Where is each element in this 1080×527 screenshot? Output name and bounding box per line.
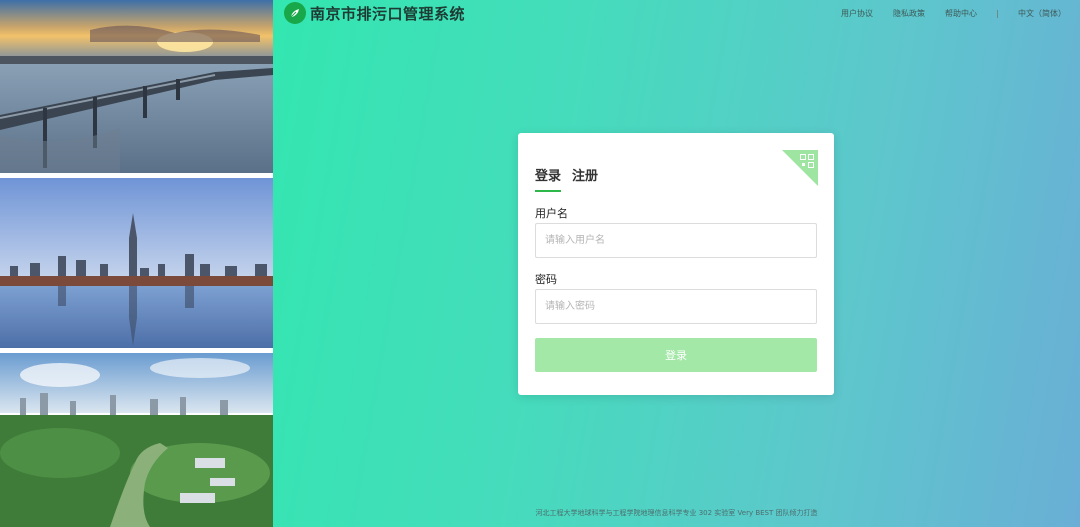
login-tabs: 登录 注册 xyxy=(535,165,609,192)
main-area: 南京市排污口管理系统 用户协议 隐私政策 帮助中心 中文（简体） 登录 注册 用… xyxy=(273,0,1080,527)
login-card: 登录 注册 用户名 密码 登录 xyxy=(518,133,834,395)
top-nav: 用户协议 隐私政策 帮助中心 中文（简体） xyxy=(821,8,1066,19)
login-submit-button[interactable]: 登录 xyxy=(535,338,817,372)
bridge-sunset-photo xyxy=(0,0,273,173)
tab-register[interactable]: 注册 xyxy=(572,165,598,192)
user-agreement-link[interactable]: 用户协议 xyxy=(841,8,873,19)
password-label: 密码 xyxy=(535,273,557,286)
footer-credit: 河北工程大学地球科学与工程学院地理信息科学专业 302 实验室 Very BES… xyxy=(535,509,818,517)
city-skyline-photo xyxy=(0,178,273,348)
language-selector[interactable]: 中文（简体） xyxy=(1018,8,1066,19)
help-center-link[interactable]: 帮助中心 xyxy=(945,8,977,19)
privacy-policy-link[interactable]: 隐私政策 xyxy=(893,8,925,19)
top-bar: 南京市排污口管理系统 用户协议 隐私政策 帮助中心 中文（简体） xyxy=(273,0,1080,26)
tab-login[interactable]: 登录 xyxy=(535,165,562,192)
username-label: 用户名 xyxy=(535,207,568,220)
photo-column xyxy=(0,0,273,527)
nav-divider xyxy=(997,9,998,18)
qr-code-login-icon[interactable] xyxy=(782,150,818,186)
app-logo-icon xyxy=(284,2,306,24)
username-input[interactable] xyxy=(535,223,817,258)
aerial-park-photo xyxy=(0,353,273,527)
app-title: 南京市排污口管理系统 xyxy=(310,5,466,23)
password-input[interactable] xyxy=(535,289,817,324)
